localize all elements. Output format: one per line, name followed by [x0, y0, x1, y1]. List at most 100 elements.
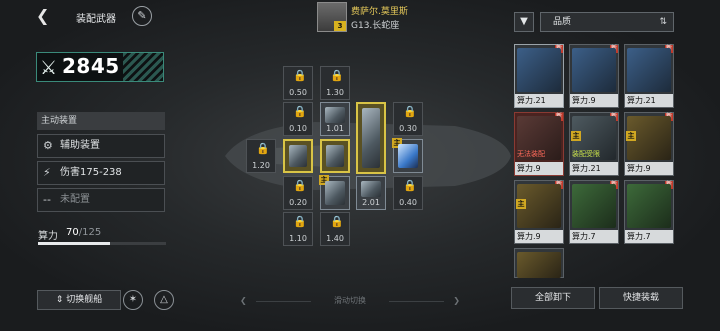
slot-value: 0.20 [289, 198, 307, 207]
warning-label: 装配受限 [572, 150, 600, 158]
slot-value: 0.10 [289, 124, 307, 133]
slot-locked[interactable]: 🔒 1.40 [320, 212, 350, 246]
unload-all-button[interactable]: 全部卸下 [511, 287, 595, 309]
inventory-card[interactable]: 新无法装配算力.9 [514, 112, 564, 176]
slot-value: 0.40 [399, 198, 417, 207]
crossed-swords-icon: ⚔ [40, 57, 58, 79]
calc-value: 70/125 [66, 227, 101, 238]
weapon-image [362, 108, 380, 168]
sort-dropdown[interactable]: 品质 ⇅ [540, 12, 674, 32]
power-value: 2845 [62, 54, 120, 78]
back-arrow-icon[interactable]: ❮ [36, 8, 52, 24]
slot-locked[interactable]: 🔒 0.10 [283, 102, 313, 136]
active-section-header: 主动装置 [37, 112, 165, 130]
slot-equipped-large[interactable] [356, 102, 386, 174]
slot-equipped[interactable]: 主 [392, 138, 423, 173]
inventory-grid: 新算力.21 新算力.9 新算力.21 新无法装配算力.9 新主装配受限算力.2… [512, 40, 682, 284]
inventory-card[interactable]: 新算力.21 [514, 44, 564, 108]
sort-toggle-icon: ⇅ [659, 17, 667, 27]
slot-locked[interactable]: 🔒 0.50 [283, 66, 313, 100]
card-power: 算力.7 [570, 230, 618, 243]
active-row-label: 未配置 [60, 194, 90, 205]
pilot-subtitle: G13.长蛇座 [351, 21, 400, 31]
slot-locked[interactable]: 🔒 0.30 [393, 102, 423, 136]
calc-total: /125 [78, 227, 102, 238]
slot-equipped[interactable] [283, 139, 313, 173]
switch-ship-button[interactable]: ⇕ 切换舰船 [37, 290, 121, 310]
lock-icon: 🔒 [293, 69, 307, 82]
empty-icon: -- [43, 193, 51, 206]
lock-icon: 🔒 [293, 215, 307, 228]
slot-value: 1.30 [326, 88, 344, 97]
weapon-image [325, 107, 345, 123]
main-tag: 主 [626, 131, 636, 141]
lock-icon: 🔒 [403, 105, 417, 118]
weapon-image [326, 145, 344, 167]
pilot-avatar[interactable]: 3 [317, 2, 347, 32]
slot-locked[interactable]: 🔒 1.20 [246, 139, 276, 173]
slot-locked[interactable]: 🔒 0.20 [283, 176, 313, 210]
weapon-image [289, 145, 307, 167]
slot-value: 0.50 [289, 88, 307, 97]
card-power: 算力.21 [515, 94, 563, 107]
main-tag: 主 [516, 199, 526, 209]
inventory-card-partial[interactable] [514, 248, 564, 278]
card-power: 算力.9 [515, 230, 563, 243]
edit-icon[interactable]: ✎ [132, 6, 152, 26]
slot-value: 0.30 [399, 124, 417, 133]
weapon-image [398, 144, 418, 168]
chevron-right-icon: ❯ [453, 296, 460, 305]
warning-label: 无法装配 [517, 150, 545, 158]
slot-equipped[interactable] [320, 139, 350, 173]
lock-icon: 🔒 [293, 179, 307, 192]
calc-progress-bar [38, 242, 166, 245]
filter-icon[interactable]: ▼ [514, 12, 534, 32]
slot-value: 1.20 [252, 161, 270, 170]
main-tag: 主 [571, 131, 581, 141]
active-row-empty[interactable]: -- 未配置 [37, 188, 165, 212]
ship-mode-icon[interactable]: ✶ [123, 290, 143, 310]
sort-label: 品质 [553, 17, 572, 27]
calc-progress-fill [38, 242, 110, 245]
card-power: 算力.21 [625, 94, 673, 107]
slot-locked[interactable]: 🔒 0.40 [393, 176, 423, 210]
device-icon: ⚙ [43, 139, 53, 152]
active-row-damage[interactable]: ⚡ 伤害175-238 [37, 161, 165, 185]
switch-ship-label: 切换舰船 [66, 295, 103, 305]
quick-equip-button[interactable]: 快捷装载 [599, 287, 683, 309]
active-row-label: 伤害175-238 [60, 167, 122, 178]
calc-used: 70 [66, 227, 79, 238]
lock-icon: 🔒 [330, 69, 344, 82]
slot-equipped[interactable]: 主 [319, 175, 350, 210]
card-power: 算力.9 [515, 162, 563, 175]
slot-locked[interactable]: 🔒 1.30 [320, 66, 350, 100]
card-power: 算力.7 [625, 230, 673, 243]
active-row-device[interactable]: ⚙ 辅助装置 [37, 134, 165, 158]
inventory-card[interactable]: 新算力.21 [624, 44, 674, 108]
slot-equipped[interactable]: 2.01 [356, 176, 386, 210]
slot-locked[interactable]: 🔒 1.10 [283, 212, 313, 246]
inventory-card[interactable]: 新主算力.9 [624, 112, 674, 176]
inventory-card[interactable]: 新算力.7 [624, 180, 674, 244]
calc-label: 算力 [38, 231, 58, 242]
lock-icon: 🔒 [330, 215, 344, 228]
card-power: 算力.21 [570, 162, 618, 175]
active-row-label: 辅助装置 [60, 140, 100, 151]
lock-icon: 🔒 [256, 142, 270, 155]
weapon-image [325, 181, 345, 205]
card-power: 算力.9 [625, 162, 673, 175]
inventory-card[interactable]: 新主装配受限算力.21 [569, 112, 619, 176]
inventory-card[interactable]: 新主算力.9 [514, 180, 564, 244]
chevron-left-icon: ❮ [240, 296, 247, 305]
weapon-image [361, 181, 381, 197]
inventory-card[interactable]: 新算力.7 [569, 180, 619, 244]
fleet-icon[interactable]: △ [154, 290, 174, 310]
slot-equipped[interactable]: 1.01 [320, 102, 350, 136]
card-power: 算力.9 [570, 94, 618, 107]
slide-label: 滑动切换 [334, 296, 366, 305]
slide-switch-hint[interactable]: ❮ 滑动切换 ❯ [240, 294, 460, 308]
slot-value: 1.10 [289, 234, 307, 243]
inventory-card[interactable]: 新算力.9 [569, 44, 619, 108]
pilot-name: 费萨尔.莫里斯 [351, 7, 408, 17]
slot-value: 1.01 [326, 124, 344, 133]
